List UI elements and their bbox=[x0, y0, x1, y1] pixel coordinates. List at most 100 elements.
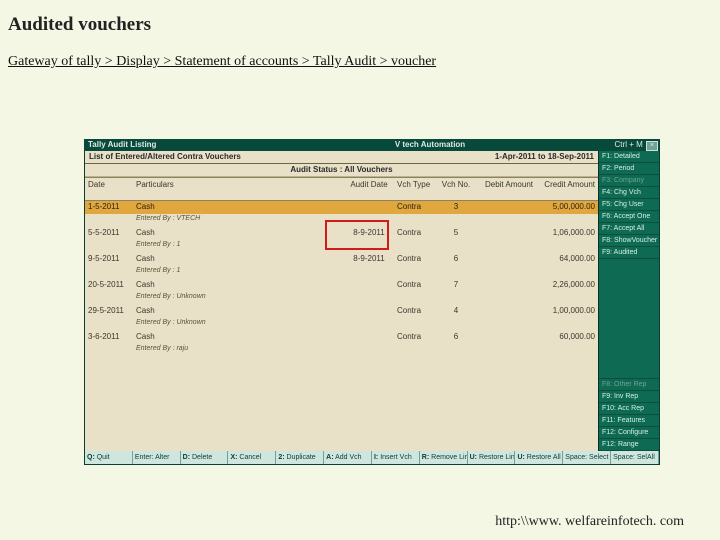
sidebar-button[interactable]: F12: Range bbox=[599, 439, 659, 451]
titlebar-shortcut: Ctrl + M bbox=[615, 140, 643, 149]
cell-vchtype: Contra bbox=[394, 279, 438, 292]
main-panel: List of Entered/Altered Contra Vouchers … bbox=[85, 151, 598, 451]
voucher-table: Date Particulars Audit Date Vch Type Vch… bbox=[85, 177, 598, 357]
cell-particulars: Cash bbox=[133, 305, 344, 318]
col-date: Date bbox=[85, 178, 133, 201]
cell-debit bbox=[474, 305, 536, 318]
tally-window: Tally Audit Listing V tech Automation Ct… bbox=[84, 139, 660, 465]
cell-debit bbox=[474, 253, 536, 266]
table-row[interactable]: 1-5-2011Cash Contra3 5,00,000.00 bbox=[85, 201, 598, 215]
entered-by: Entered By : Unknown bbox=[133, 292, 598, 305]
bottom-button[interactable]: Space: Select bbox=[563, 451, 611, 464]
bottom-button[interactable]: U: Restore Line bbox=[468, 451, 516, 464]
entered-by: Entered By : 1 bbox=[133, 266, 598, 279]
cell-vchtype: Contra bbox=[394, 305, 438, 318]
cell-credit: 64,000.00 bbox=[536, 253, 598, 266]
entered-by: Entered By : Unknown bbox=[133, 318, 598, 331]
cell-date: 9-5-2011 bbox=[85, 253, 133, 266]
audit-status: Audit Status : All Vouchers bbox=[85, 164, 598, 177]
cell-auditdate bbox=[344, 305, 394, 318]
bottom-button[interactable]: D: Delete bbox=[181, 451, 229, 464]
cell-date: 20-5-2011 bbox=[85, 279, 133, 292]
sidebar-button[interactable]: F10: Acc Rep bbox=[599, 403, 659, 415]
table-row[interactable]: 5-5-2011Cash8-9-2011Contra5 1,06,000.00 bbox=[85, 227, 598, 240]
sidebar-button[interactable]: F6: Accept One bbox=[599, 211, 659, 223]
table-row[interactable]: 20-5-2011Cash Contra7 2,26,000.00 bbox=[85, 279, 598, 292]
table-row[interactable]: 9-5-2011Cash8-9-2011Contra664,000.00 bbox=[85, 253, 598, 266]
table-header-row: Date Particulars Audit Date Vch Type Vch… bbox=[85, 178, 598, 201]
voucher-table-wrap: Date Particulars Audit Date Vch Type Vch… bbox=[85, 177, 598, 451]
entered-by-row: Entered By : VTECH bbox=[85, 214, 598, 227]
titlebar-right: Ctrl + M × bbox=[612, 139, 660, 151]
titlebar-left: Tally Audit Listing bbox=[84, 139, 248, 151]
cell-vchno: 6 bbox=[438, 331, 474, 344]
cell-auditdate: 8-9-2011 bbox=[344, 227, 394, 240]
cell-credit: 5,00,000.00 bbox=[536, 201, 598, 215]
sidebar-button[interactable]: F12: Configure bbox=[599, 427, 659, 439]
bottom-button[interactable]: Q: Quit bbox=[85, 451, 133, 464]
cell-auditdate: 8-9-2011 bbox=[344, 253, 394, 266]
cell-date: 29-5-2011 bbox=[85, 305, 133, 318]
entered-by-row: Entered By : Unknown bbox=[85, 292, 598, 305]
cell-vchno: 3 bbox=[438, 201, 474, 215]
cell-vchno: 5 bbox=[438, 227, 474, 240]
cell-particulars: Cash bbox=[133, 279, 344, 292]
sidebar-button[interactable]: F5: Chg User bbox=[599, 199, 659, 211]
cell-date: 5-5-2011 bbox=[85, 227, 133, 240]
cell-auditdate bbox=[344, 201, 394, 215]
cell-credit: 2,26,000.00 bbox=[536, 279, 598, 292]
bottom-button[interactable]: A: Add Vch bbox=[324, 451, 372, 464]
sidebar-button[interactable]: F8: ShowVoucher bbox=[599, 235, 659, 247]
cell-vchtype: Contra bbox=[394, 253, 438, 266]
cell-particulars: Cash bbox=[133, 201, 344, 215]
breadcrumb: Gateway of tally > Display > Statement o… bbox=[8, 54, 720, 70]
footer-url: http:\\www. welfareinfotech. com bbox=[495, 514, 684, 530]
bottom-button[interactable]: R: Remove Line bbox=[420, 451, 468, 464]
cell-debit bbox=[474, 201, 536, 215]
entered-by-row: Entered By : raju bbox=[85, 344, 598, 357]
col-auditdate: Audit Date bbox=[344, 178, 394, 201]
entered-by-row: Entered By : 1 bbox=[85, 240, 598, 253]
entered-by-row: Entered By : 1 bbox=[85, 266, 598, 279]
col-credit: Credit Amount bbox=[536, 178, 598, 201]
bottom-button[interactable]: Space: SelAll bbox=[611, 451, 659, 464]
sidebar-button[interactable]: F1: Detailed bbox=[599, 151, 659, 163]
cell-debit bbox=[474, 331, 536, 344]
sidebar-gap bbox=[599, 259, 659, 379]
cell-vchtype: Contra bbox=[394, 227, 438, 240]
cell-auditdate bbox=[344, 279, 394, 292]
sidebar-button[interactable]: F4: Chg Vch bbox=[599, 187, 659, 199]
entered-by-row: Entered By : Unknown bbox=[85, 318, 598, 331]
cell-auditdate bbox=[344, 331, 394, 344]
sidebar: F1: DetailedF2: PeriodF3: CompanyF4: Chg… bbox=[598, 151, 659, 451]
table-row[interactable]: 3-6-2011CashContra660,000.00 bbox=[85, 331, 598, 344]
table-row[interactable]: 29-5-2011CashContra41,00,000.00 bbox=[85, 305, 598, 318]
sidebar-button[interactable]: F9: Audited bbox=[599, 247, 659, 259]
bottom-button[interactable]: I: Insert Vch bbox=[372, 451, 420, 464]
bottom-button[interactable]: Enter: Alter bbox=[133, 451, 181, 464]
close-icon[interactable]: × bbox=[646, 141, 658, 151]
cell-vchtype: Contra bbox=[394, 331, 438, 344]
sidebar-button[interactable]: F11: Features bbox=[599, 415, 659, 427]
sidebar-button[interactable]: F9: Inv Rep bbox=[599, 391, 659, 403]
bottom-button[interactable]: U: Restore All bbox=[515, 451, 563, 464]
bottom-button[interactable]: X: Cancel bbox=[228, 451, 276, 464]
cell-credit: 1,00,000.00 bbox=[536, 305, 598, 318]
cell-particulars: Cash bbox=[133, 227, 344, 240]
cell-credit: 60,000.00 bbox=[536, 331, 598, 344]
cell-particulars: Cash bbox=[133, 253, 344, 266]
sidebar-button[interactable]: F7: Accept All bbox=[599, 223, 659, 235]
sub-header-left: List of Entered/Altered Contra Vouchers bbox=[85, 151, 434, 163]
sidebar-button: F8: Other Rep bbox=[599, 379, 659, 391]
col-debit: Debit Amount bbox=[474, 178, 536, 201]
bottom-button[interactable]: 2: Duplicate bbox=[276, 451, 324, 464]
bottom-bar: Q: Quit Enter: AlterD: DeleteX: Cancel2:… bbox=[84, 451, 660, 465]
cell-date: 1-5-2011 bbox=[85, 201, 133, 215]
page-title: Audited vouchers bbox=[8, 14, 720, 36]
cell-vchno: 7 bbox=[438, 279, 474, 292]
cell-credit: 1,06,000.00 bbox=[536, 227, 598, 240]
cell-debit bbox=[474, 227, 536, 240]
cell-vchtype: Contra bbox=[394, 201, 438, 215]
entered-by: Entered By : raju bbox=[133, 344, 598, 357]
sidebar-button[interactable]: F2: Period bbox=[599, 163, 659, 175]
